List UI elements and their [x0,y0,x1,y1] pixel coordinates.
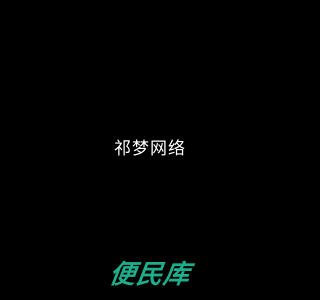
page-title: 祁梦网络 [114,139,186,159]
splash-screen: 祁梦网络 便民库 [0,0,300,300]
brand-logo: 便民库 [107,260,193,290]
